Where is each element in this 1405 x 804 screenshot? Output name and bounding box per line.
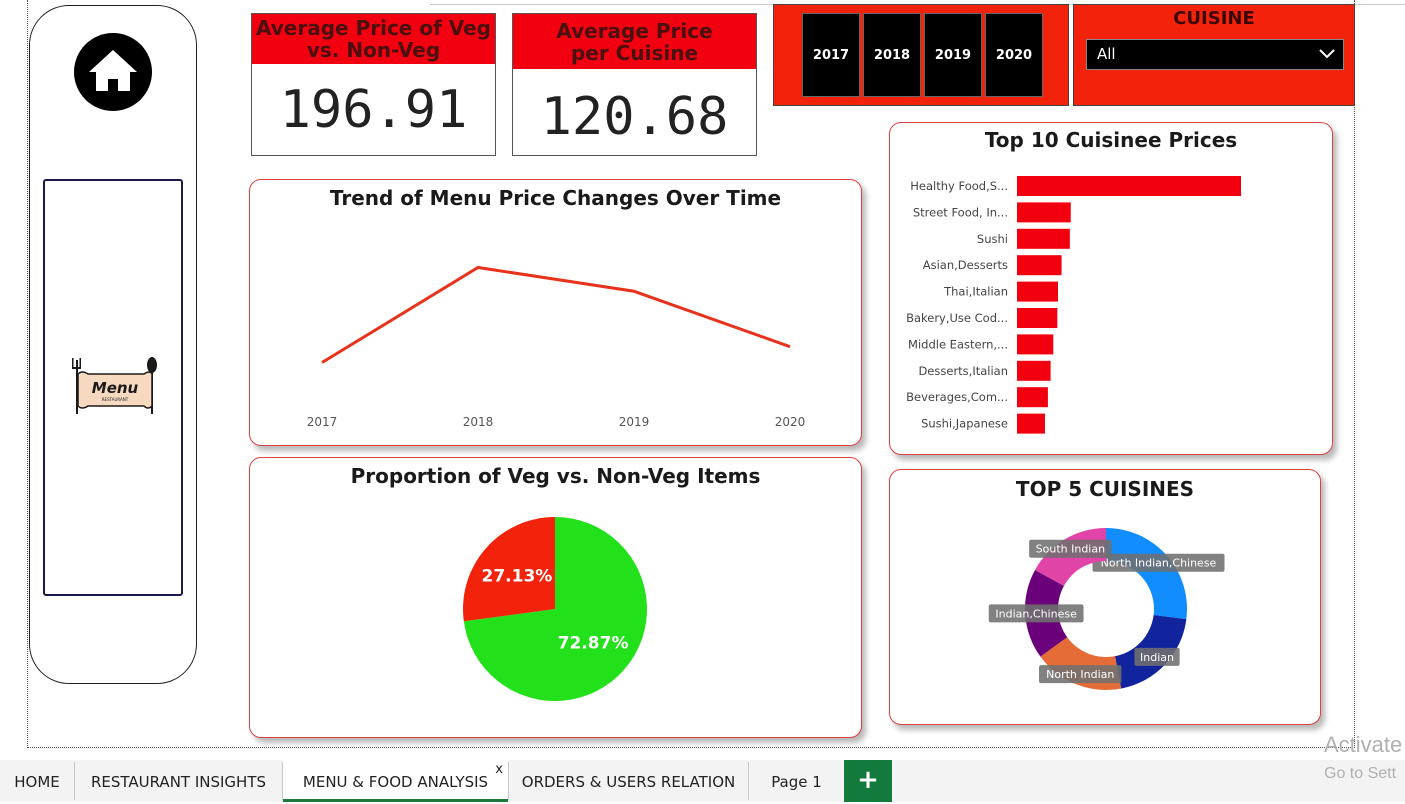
bar bbox=[1017, 308, 1058, 328]
bar bbox=[1017, 176, 1241, 196]
cuisine-dropdown[interactable]: All bbox=[1086, 39, 1344, 70]
bar bbox=[1017, 413, 1045, 434]
donut-slice bbox=[1106, 528, 1187, 620]
bar bbox=[1017, 228, 1070, 249]
kpi-title: Average Price per Cuisine bbox=[513, 14, 756, 69]
home-button[interactable] bbox=[74, 33, 152, 111]
bar bbox=[1017, 360, 1051, 381]
data-label: Indian,Chinese bbox=[995, 607, 1077, 620]
slice-label: 72.87% bbox=[558, 633, 629, 653]
bar bbox=[1017, 255, 1062, 276]
menu-logo: Menu RESTAURANT bbox=[68, 356, 160, 416]
menu-scroll-icon: Menu RESTAURANT bbox=[72, 357, 157, 414]
year-button-2018[interactable]: 2018 bbox=[863, 13, 921, 97]
data-label: North Indian,Chinese bbox=[1101, 557, 1217, 570]
tab-menu-food-analysis[interactable]: MENU & FOOD ANALYSIS x bbox=[283, 760, 508, 802]
category-label: Bakery,Use Cod... bbox=[906, 311, 1008, 325]
tab-orders-users-relation[interactable]: ORDERS & USERS RELATION bbox=[509, 760, 748, 802]
kpi-card-veg-nonveg-price: Average Price of Veg vs. Non-Veg 196.91 bbox=[251, 13, 496, 156]
data-label: North Indian bbox=[1046, 668, 1114, 681]
cuisine-dropdown-value: All bbox=[1097, 45, 1116, 63]
menu-logo-subtext: RESTAURANT bbox=[102, 397, 129, 402]
bar bbox=[1017, 387, 1048, 408]
tab-restaurant-insights[interactable]: RESTAURANT INSIGHTS bbox=[75, 760, 282, 802]
chevron-down-icon bbox=[1319, 49, 1335, 59]
tab-label: MENU & FOOD ANALYSIS bbox=[302, 773, 489, 791]
veg-proportion-card: Proportion of Veg vs. Non-Veg Items 72.8… bbox=[249, 457, 862, 738]
bar bbox=[1017, 281, 1058, 302]
x-tick-label: 2019 bbox=[619, 415, 650, 429]
x-tick-label: 2018 bbox=[463, 415, 494, 429]
category-label: Beverages,Com... bbox=[906, 390, 1008, 404]
data-label: South Indian bbox=[1036, 543, 1105, 556]
menu-logo-text: Menu bbox=[92, 379, 139, 397]
cuisine-slicer-title: CUISINE bbox=[1173, 8, 1255, 29]
top-cuisines-card: TOP 5 CUISINES North Indian,Chinese India… bbox=[889, 469, 1321, 725]
category-label: Desserts,Italian bbox=[918, 364, 1008, 378]
trend-line bbox=[321, 265, 791, 364]
category-label: Healthy Food,S... bbox=[910, 179, 1008, 193]
category-label: Sushi,Japanese bbox=[921, 417, 1008, 431]
price-trend-card: Trend of Menu Price Changes Over Time 20… bbox=[249, 179, 862, 446]
x-tick-label: 2020 bbox=[775, 415, 806, 429]
activation-watermark-title: Activate bbox=[1324, 732, 1403, 757]
add-page-button[interactable]: + bbox=[844, 760, 892, 802]
price-trend-chart: 2017 2018 2019 2020 bbox=[307, 265, 806, 429]
tab-home[interactable]: HOME bbox=[0, 760, 74, 802]
year-slicer: 2017 2018 2019 2020 bbox=[773, 4, 1069, 106]
category-label: Middle Eastern,... bbox=[908, 337, 1008, 351]
category-label: Asian,Desserts bbox=[923, 258, 1008, 272]
activation-watermark-subtitle: Go to Sett bbox=[1324, 765, 1397, 782]
category-label: Thai,Italian bbox=[943, 285, 1008, 299]
category-label: Street Food, In... bbox=[913, 205, 1008, 219]
top-cuisine-prices-card: Top 10 Cuisinee Prices Healthy Food,S...… bbox=[889, 122, 1333, 455]
cuisine-slicer: CUISINE All bbox=[1073, 4, 1355, 106]
top-cuisines-chart: North Indian,Chinese Indian North Indian In… bbox=[988, 528, 1225, 690]
tab-close-button[interactable]: x bbox=[495, 748, 503, 792]
category-label: Sushi bbox=[977, 232, 1008, 246]
top-cuisine-prices-chart: Healthy Food,S... Street Food, In... Sushi… bbox=[906, 176, 1241, 434]
year-button-2020[interactable]: 2020 bbox=[985, 13, 1043, 97]
bar bbox=[1017, 202, 1071, 223]
kpi-card-price-per-cuisine: Average Price per Cuisine 120.68 bbox=[512, 13, 757, 156]
x-tick-label: 2017 bbox=[307, 415, 338, 429]
data-label: Indian bbox=[1140, 651, 1174, 664]
year-button-2019[interactable]: 2019 bbox=[924, 13, 982, 97]
bar bbox=[1017, 334, 1054, 355]
veg-proportion-chart: 72.87% 27.13% bbox=[463, 517, 647, 701]
home-icon bbox=[89, 50, 137, 91]
year-button-2017[interactable]: 2017 bbox=[802, 13, 860, 97]
kpi-value: 196.91 bbox=[279, 80, 468, 140]
kpi-title: Average Price of Veg vs. Non-Veg bbox=[252, 14, 495, 64]
slice-label: 27.13% bbox=[482, 567, 553, 587]
page-tab-bar: HOME RESTAURANT INSIGHTS MENU & FOOD ANA… bbox=[0, 760, 1405, 802]
kpi-value: 120.68 bbox=[540, 87, 729, 147]
tab-page-1[interactable]: Page 1 bbox=[749, 760, 844, 802]
